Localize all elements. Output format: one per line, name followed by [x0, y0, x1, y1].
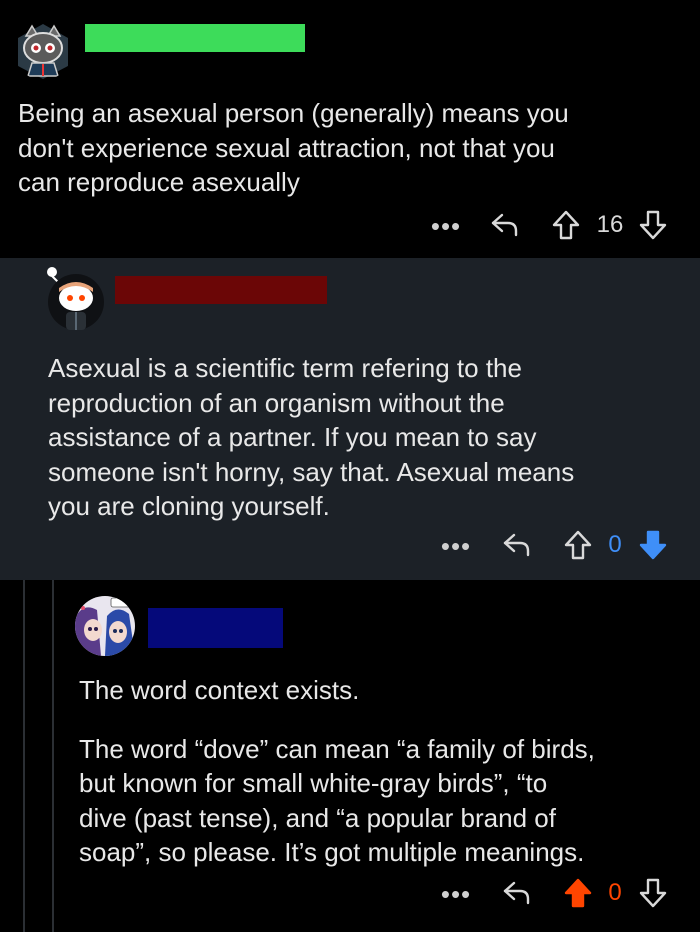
comment-line: someone isn't horny, say that. Asexual m… [48, 456, 575, 487]
comment-body: The word context exists. The word “dove”… [79, 673, 689, 870]
upvote-arrow-icon [552, 210, 580, 240]
score-label: 0 [608, 879, 622, 906]
vote-score: 0 [600, 530, 630, 560]
vote-score: 0 [600, 878, 630, 908]
more-options-button[interactable]: ••• [438, 880, 474, 908]
upvote-arrow-icon [564, 878, 592, 908]
user-avatar[interactable] [14, 22, 72, 80]
comment-line: don't experience sexual attraction, not … [18, 132, 555, 163]
more-options-label: ••• [440, 531, 472, 561]
comment-line: reproduction of an organism without the [48, 387, 505, 418]
upvote-button[interactable] [561, 527, 595, 563]
comment-1: Being an asexual person (generally) mean… [0, 0, 700, 258]
redacted-username [115, 276, 327, 304]
downvote-button[interactable] [636, 527, 670, 563]
score-label: 16 [596, 211, 624, 238]
comment-line: dive (past tense), and “a popular brand … [79, 802, 556, 833]
comment-body: Asexual is a scientific term refering to… [48, 351, 688, 524]
reply-button[interactable] [488, 208, 522, 242]
comment-line: assistance of a partner. If you mean to … [48, 422, 537, 452]
comment-line: can reproduce asexually [18, 167, 300, 197]
reply-button[interactable] [500, 876, 534, 910]
comment-line: The word “dove” can mean “a family of bi… [79, 733, 595, 764]
comment-body: Being an asexual person (generally) mean… [18, 96, 678, 200]
thread-line[interactable] [23, 580, 25, 932]
comment-paragraph: The word context exists. [79, 675, 360, 705]
comment-2: Asexual is a scientific term refering to… [0, 258, 700, 580]
redacted-username [85, 24, 305, 52]
reply-icon [503, 533, 530, 557]
vote-score: 16 [590, 210, 630, 240]
upvote-arrow-icon [564, 530, 592, 560]
reply-button[interactable] [500, 528, 534, 562]
more-options-button[interactable]: ••• [438, 532, 474, 560]
comment-line: but known for small white-gray birds”, “… [79, 768, 548, 798]
user-avatar[interactable] [42, 266, 106, 338]
downvote-arrow-icon [639, 210, 667, 240]
downvote-arrow-icon [639, 878, 667, 908]
comment-line: soap”, so please. It’s got multiple mean… [79, 837, 585, 867]
downvote-arrow-icon [639, 530, 667, 560]
cat-hoodie-avatar-icon [14, 22, 72, 80]
reply-icon [503, 881, 530, 905]
comment-line: Being an asexual person (generally) mean… [18, 98, 569, 128]
snoo-avatar-icon [47, 267, 104, 330]
anime-duo-avatar-icon [75, 596, 135, 656]
comment-3: The word context exists. The word “dove”… [0, 580, 700, 932]
more-options-button[interactable]: ••• [428, 212, 464, 240]
thread-line[interactable] [52, 580, 54, 932]
more-options-label: ••• [440, 879, 472, 909]
score-label: 0 [608, 531, 622, 558]
more-options-label: ••• [430, 211, 462, 241]
downvote-button[interactable] [636, 875, 670, 911]
user-avatar[interactable] [75, 596, 135, 656]
reply-icon [491, 213, 518, 237]
upvote-button[interactable] [549, 207, 583, 243]
comment-line: you are cloning yourself. [48, 491, 330, 521]
downvote-button[interactable] [636, 207, 670, 243]
upvote-button[interactable] [561, 875, 595, 911]
comment-line: Asexual is a scientific term refering to… [48, 353, 522, 383]
redacted-username [148, 608, 283, 648]
